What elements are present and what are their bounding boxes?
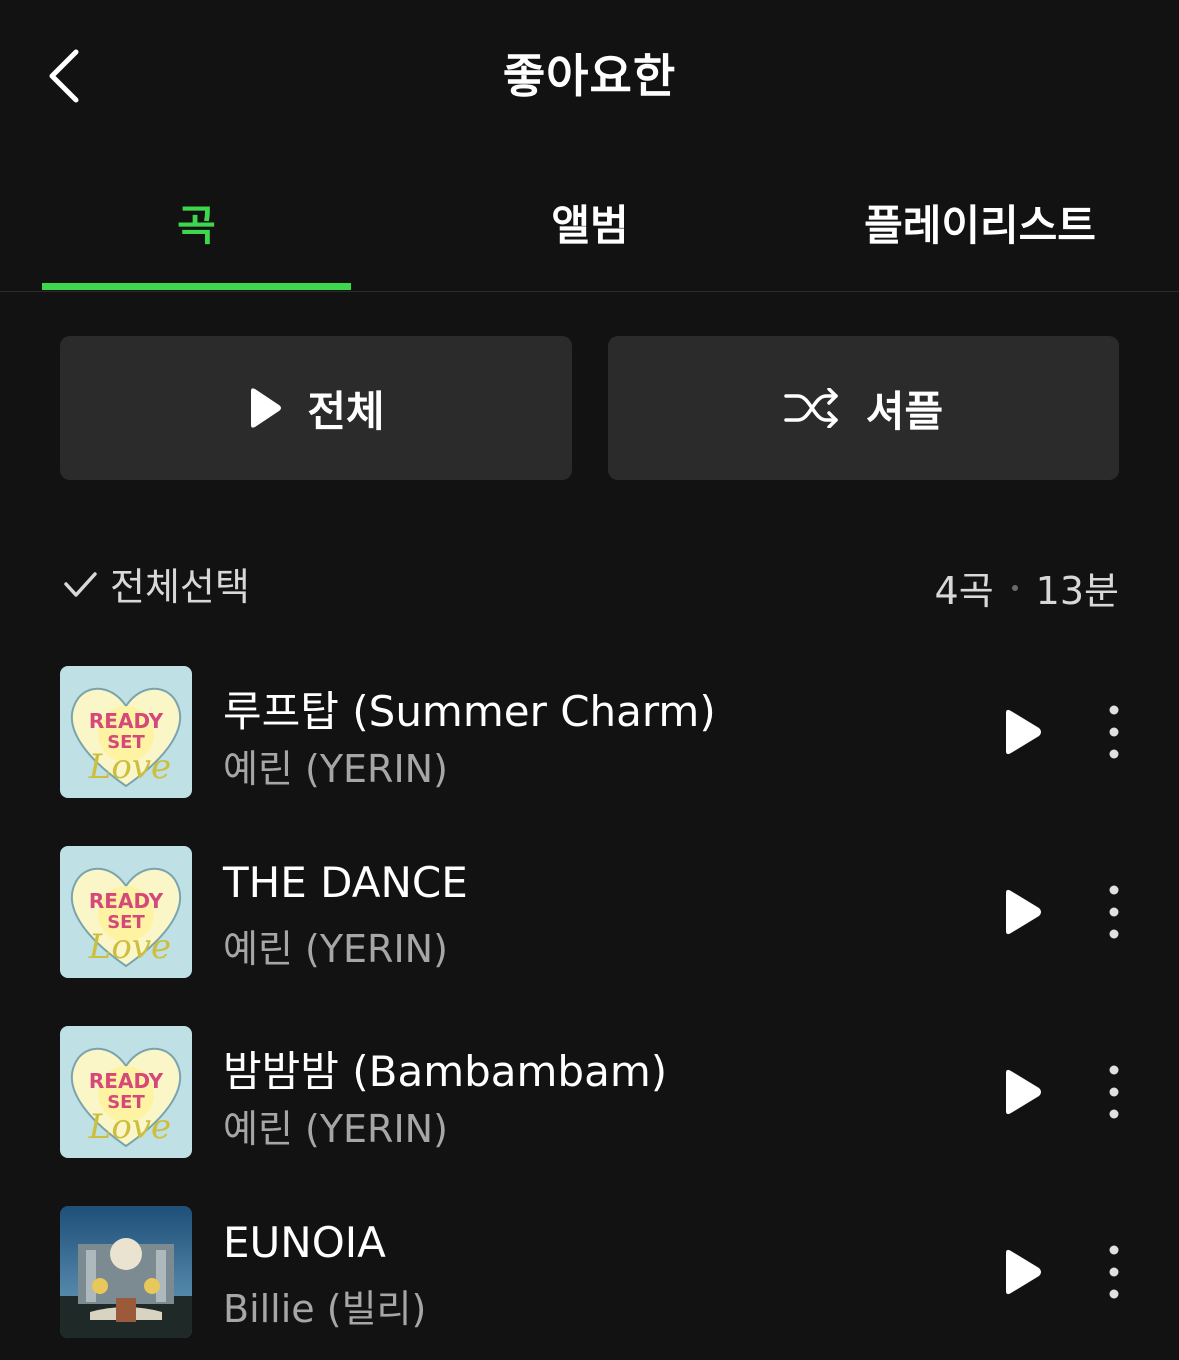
track-artist: 예린 (YERIN) bbox=[223, 927, 448, 971]
page-title: 좋아요한 bbox=[502, 49, 677, 103]
tab-albums[interactable]: 앨범 bbox=[460, 192, 720, 253]
svg-text:READY: READY bbox=[89, 1069, 164, 1093]
select-all-button[interactable]: 전체선택 bbox=[60, 556, 250, 611]
svg-text:Love: Love bbox=[88, 927, 171, 967]
track-row[interactable]: READY SET Love THE DANCE 예린 (YERIN) bbox=[60, 846, 1119, 978]
track-more-button[interactable] bbox=[1098, 1062, 1130, 1122]
svg-text:Love: Love bbox=[88, 747, 171, 787]
play-icon bbox=[1006, 1249, 1041, 1295]
play-icon bbox=[1006, 709, 1041, 755]
album-cover: READY SET Love bbox=[60, 846, 192, 978]
track-artist: 예린 (YERIN) bbox=[223, 1107, 448, 1151]
play-icon bbox=[1006, 889, 1041, 935]
select-all-label: 전체선택 bbox=[110, 565, 250, 609]
tab-playlists[interactable]: 플레이리스트 bbox=[820, 192, 1140, 253]
track-title: THE DANCE bbox=[223, 858, 468, 907]
track-title: EUNOIA bbox=[223, 1218, 386, 1267]
track-row[interactable]: READY SET Love 루프탑 (Summer Charm) 예린 (YE… bbox=[60, 666, 1119, 798]
album-cover: READY SET Love bbox=[60, 1026, 192, 1158]
check-icon bbox=[64, 571, 97, 597]
track-title: 루프탑 (Summer Charm) bbox=[223, 687, 716, 736]
list-summary: 4곡 13분 bbox=[935, 560, 1119, 615]
tab-bar: 곡 앨범 플레이리스트 bbox=[0, 170, 1179, 292]
track-play-button[interactable] bbox=[1000, 1068, 1044, 1116]
track-row[interactable]: EUNOIA Billie (빌리) bbox=[60, 1206, 1119, 1338]
shuffle-button[interactable]: 셔플 bbox=[608, 336, 1119, 480]
track-play-button[interactable] bbox=[1000, 888, 1044, 936]
selection-bar: 전체선택 4곡 13분 bbox=[60, 556, 1119, 616]
more-vertical-icon bbox=[1109, 705, 1119, 759]
header: 좋아요한 bbox=[0, 0, 1179, 150]
play-all-button[interactable]: 전체 bbox=[60, 336, 572, 480]
track-row[interactable]: READY SET Love 밤밤밤 (Bambambam) 예린 (YERIN… bbox=[60, 1026, 1119, 1158]
more-vertical-icon bbox=[1109, 885, 1119, 939]
total-duration: 13분 bbox=[1035, 569, 1119, 613]
track-title: 밤밤밤 (Bambambam) bbox=[223, 1047, 668, 1096]
track-play-button[interactable] bbox=[1000, 708, 1044, 756]
play-icon bbox=[251, 388, 282, 428]
play-icon bbox=[1006, 1069, 1041, 1115]
track-artist: 예린 (YERIN) bbox=[223, 747, 448, 791]
track-more-button[interactable] bbox=[1098, 1242, 1130, 1302]
play-all-label: 전체 bbox=[307, 386, 385, 436]
song-count: 4곡 bbox=[934, 569, 994, 613]
svg-text:Love: Love bbox=[88, 1107, 171, 1147]
track-artist: Billie (빌리) bbox=[223, 1287, 427, 1331]
track-more-button[interactable] bbox=[1098, 702, 1130, 762]
tab-songs[interactable]: 곡 bbox=[42, 192, 351, 253]
active-tab-indicator bbox=[42, 283, 351, 290]
svg-text:READY: READY bbox=[89, 709, 164, 733]
track-more-button[interactable] bbox=[1098, 882, 1130, 942]
more-vertical-icon bbox=[1109, 1245, 1119, 1299]
shuffle-label: 셔플 bbox=[865, 386, 944, 436]
more-vertical-icon bbox=[1109, 1065, 1119, 1119]
separator-dot bbox=[1011, 584, 1018, 591]
track-play-button[interactable] bbox=[1000, 1248, 1044, 1296]
shuffle-icon bbox=[784, 388, 838, 428]
album-cover bbox=[60, 1206, 192, 1338]
album-cover: READY SET Love bbox=[60, 666, 192, 798]
svg-text:READY: READY bbox=[89, 889, 164, 913]
